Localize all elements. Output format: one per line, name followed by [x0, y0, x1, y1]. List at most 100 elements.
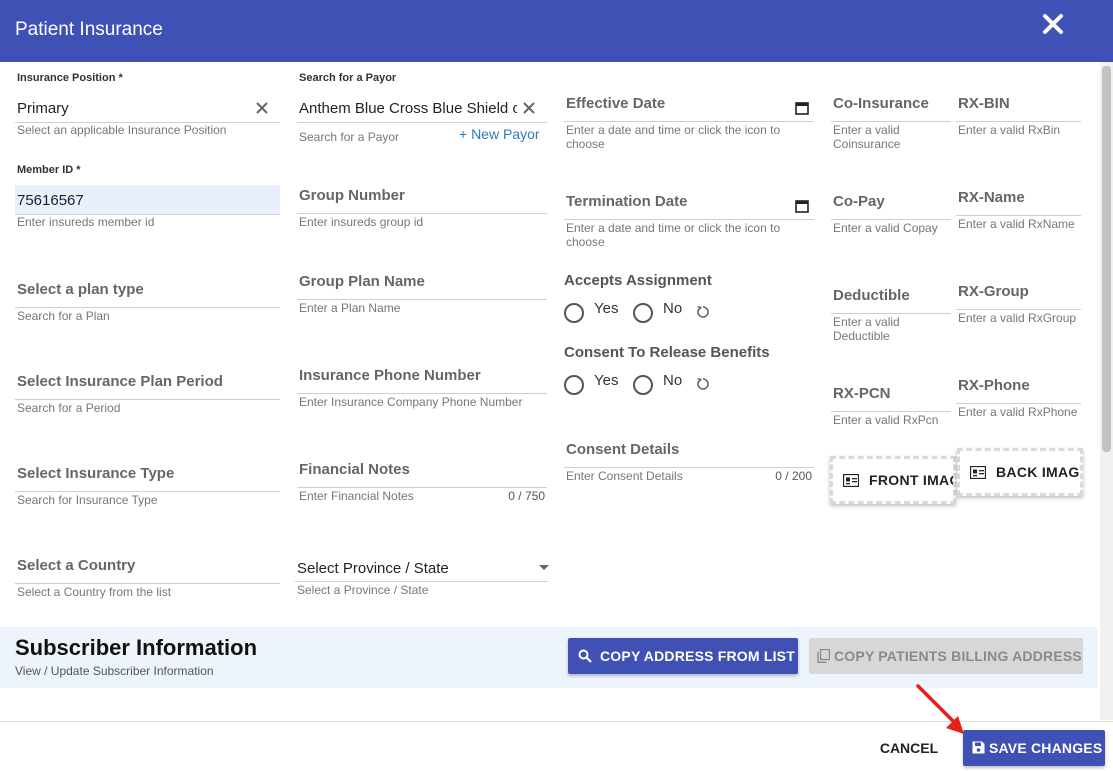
- payor-hint: Search for a Payor: [299, 130, 400, 144]
- plan-period-underline: [15, 399, 280, 400]
- rx-group-underline: [956, 309, 1081, 310]
- subscriber-heading: Subscriber Information: [15, 635, 258, 660]
- effective-date-underline: [564, 121, 814, 122]
- clear-insurance-position-icon[interactable]: [255, 101, 269, 115]
- subscriber-subheading: View / Update Subscriber Information: [15, 664, 214, 678]
- calendar-icon[interactable]: [795, 101, 809, 115]
- copy-billing-address-button[interactable]: COPY PATIENTS BILLING ADDRESS: [809, 638, 1083, 674]
- accepts-assignment-no-radio[interactable]: [633, 303, 653, 323]
- insurance-phone-input[interactable]: Insurance Phone Number: [299, 367, 481, 384]
- rx-pcn-input[interactable]: RX-PCN: [833, 385, 891, 402]
- dialog-header: Patient Insurance: [0, 0, 1113, 62]
- reset-icon[interactable]: [696, 377, 710, 391]
- rx-phone-input[interactable]: RX-Phone: [958, 377, 1030, 394]
- rx-name-hint: Enter a valid RxName: [958, 217, 1075, 231]
- calendar-icon[interactable]: [795, 199, 809, 213]
- rx-pcn-hint: Enter a valid RxPcn: [833, 413, 939, 427]
- rx-name-underline: [956, 215, 1081, 216]
- consent-details-hint: Enter Consent Details: [566, 469, 683, 483]
- group-plan-name-underline: [297, 299, 547, 300]
- insurance-type-select[interactable]: Select Insurance Type: [17, 465, 174, 482]
- country-hint: Select a Country from the list: [17, 585, 172, 599]
- rx-group-hint: Enter a valid RxGroup: [958, 311, 1077, 325]
- plan-period-select[interactable]: Select Insurance Plan Period: [17, 373, 223, 390]
- financial-notes-counter: 0 / 750: [508, 489, 545, 503]
- rx-pcn-underline: [831, 411, 951, 412]
- copy-billing-address-label: COPY PATIENTS BILLING ADDRESS: [834, 648, 1082, 664]
- member-id-hint: Enter insureds member id: [17, 215, 155, 229]
- deductible-input[interactable]: Deductible: [833, 287, 910, 304]
- member-id-input[interactable]: 75616567: [17, 192, 84, 209]
- plan-type-hint: Search for a Plan: [17, 309, 110, 323]
- accepts-assignment-no-label: No: [663, 300, 683, 317]
- rx-group-input[interactable]: RX-Group: [958, 283, 1029, 300]
- consent-details-underline: [564, 467, 814, 468]
- front-image-button[interactable]: FRONT IMAGE: [830, 456, 956, 504]
- scrollbar-thumb[interactable]: [1102, 66, 1111, 452]
- termination-date-hint: Enter a date and time or click the icon …: [566, 221, 781, 249]
- termination-date-input[interactable]: Termination Date: [566, 193, 687, 210]
- insurance-phone-hint: Enter Insurance Company Phone Number: [299, 395, 523, 409]
- financial-notes-underline: [297, 487, 547, 488]
- back-image-button[interactable]: BACK IMAGE: [957, 448, 1083, 496]
- consent-release-label: Consent To Release Benefits: [564, 344, 770, 361]
- patient-insurance-dialog: Patient Insurance Insurance Position * P…: [0, 0, 1113, 771]
- consent-release-no-radio[interactable]: [633, 375, 653, 395]
- rx-bin-hint: Enter a valid RxBin: [958, 123, 1061, 137]
- clear-payor-icon[interactable]: [522, 101, 536, 115]
- province-select[interactable]: Select Province / State: [297, 560, 449, 577]
- reset-icon[interactable]: [696, 305, 710, 319]
- consent-release-yes-radio[interactable]: [564, 375, 584, 395]
- insurance-type-hint: Search for Insurance Type: [17, 493, 158, 507]
- country-select[interactable]: Select a Country: [17, 557, 135, 574]
- group-number-hint: Enter insureds group id: [299, 215, 424, 229]
- financial-notes-input[interactable]: Financial Notes: [299, 461, 410, 478]
- close-icon[interactable]: [1040, 10, 1066, 40]
- effective-date-hint: Enter a date and time or click the icon …: [566, 123, 781, 151]
- payor-search-input[interactable]: Anthem Blue Cross Blue Shield o: [299, 100, 517, 117]
- chevron-down-icon[interactable]: [539, 565, 549, 571]
- rx-phone-hint: Enter a valid RxPhone: [958, 405, 1078, 419]
- accepts-assignment-yes-label: Yes: [594, 300, 619, 317]
- group-number-input[interactable]: Group Number: [299, 187, 405, 204]
- rx-bin-input[interactable]: RX-BIN: [958, 95, 1010, 112]
- province-underline: [295, 581, 548, 582]
- co-insurance-input[interactable]: Co-Insurance: [833, 95, 929, 112]
- consent-details-input[interactable]: Consent Details: [566, 441, 679, 458]
- search-icon: [578, 649, 592, 663]
- dialog-title: Patient Insurance: [15, 19, 163, 40]
- save-changes-button[interactable]: SAVE CHANGES: [963, 730, 1105, 766]
- consent-release-no-label: No: [663, 372, 683, 389]
- new-payor-link[interactable]: + New Payor: [459, 126, 540, 142]
- insurance-type-underline: [15, 491, 280, 492]
- financial-notes-hint: Enter Financial Notes: [299, 489, 414, 503]
- accepts-assignment-yes-radio[interactable]: [564, 303, 584, 323]
- plan-type-select[interactable]: Select a plan type: [17, 281, 144, 298]
- insurance-position-hint: Select an applicable Insurance Position: [17, 123, 227, 137]
- group-plan-name-input[interactable]: Group Plan Name: [299, 273, 425, 290]
- id-card-icon: [970, 466, 986, 479]
- group-plan-name-hint: Enter a Plan Name: [299, 301, 401, 315]
- deductible-underline: [831, 313, 951, 314]
- co-pay-hint: Enter a valid Copay: [833, 221, 938, 235]
- payor-underline: [297, 122, 547, 123]
- copy-address-button[interactable]: COPY ADDRESS FROM LIST: [568, 638, 798, 674]
- save-changes-label: SAVE CHANGES: [989, 740, 1103, 756]
- effective-date-input[interactable]: Effective Date: [566, 95, 665, 112]
- copy-icon: [817, 649, 830, 663]
- rx-bin-underline: [956, 121, 1081, 122]
- insurance-position-select[interactable]: Primary: [17, 100, 69, 117]
- copy-address-label: COPY ADDRESS FROM LIST: [600, 648, 795, 664]
- co-insurance-underline: [831, 121, 951, 122]
- rx-phone-underline: [956, 403, 1081, 404]
- co-pay-input[interactable]: Co-Pay: [833, 193, 885, 210]
- country-underline: [15, 583, 280, 584]
- co-insurance-hint: Enter a valid Coinsurance: [833, 123, 901, 151]
- consent-release-yes-label: Yes: [594, 372, 619, 389]
- accepts-assignment-label: Accepts Assignment: [564, 272, 712, 289]
- group-number-underline: [297, 213, 547, 214]
- insurance-position-label: Insurance Position *: [17, 72, 123, 84]
- co-pay-underline: [831, 219, 951, 220]
- rx-name-input[interactable]: RX-Name: [958, 189, 1025, 206]
- consent-details-counter: 0 / 200: [775, 469, 812, 483]
